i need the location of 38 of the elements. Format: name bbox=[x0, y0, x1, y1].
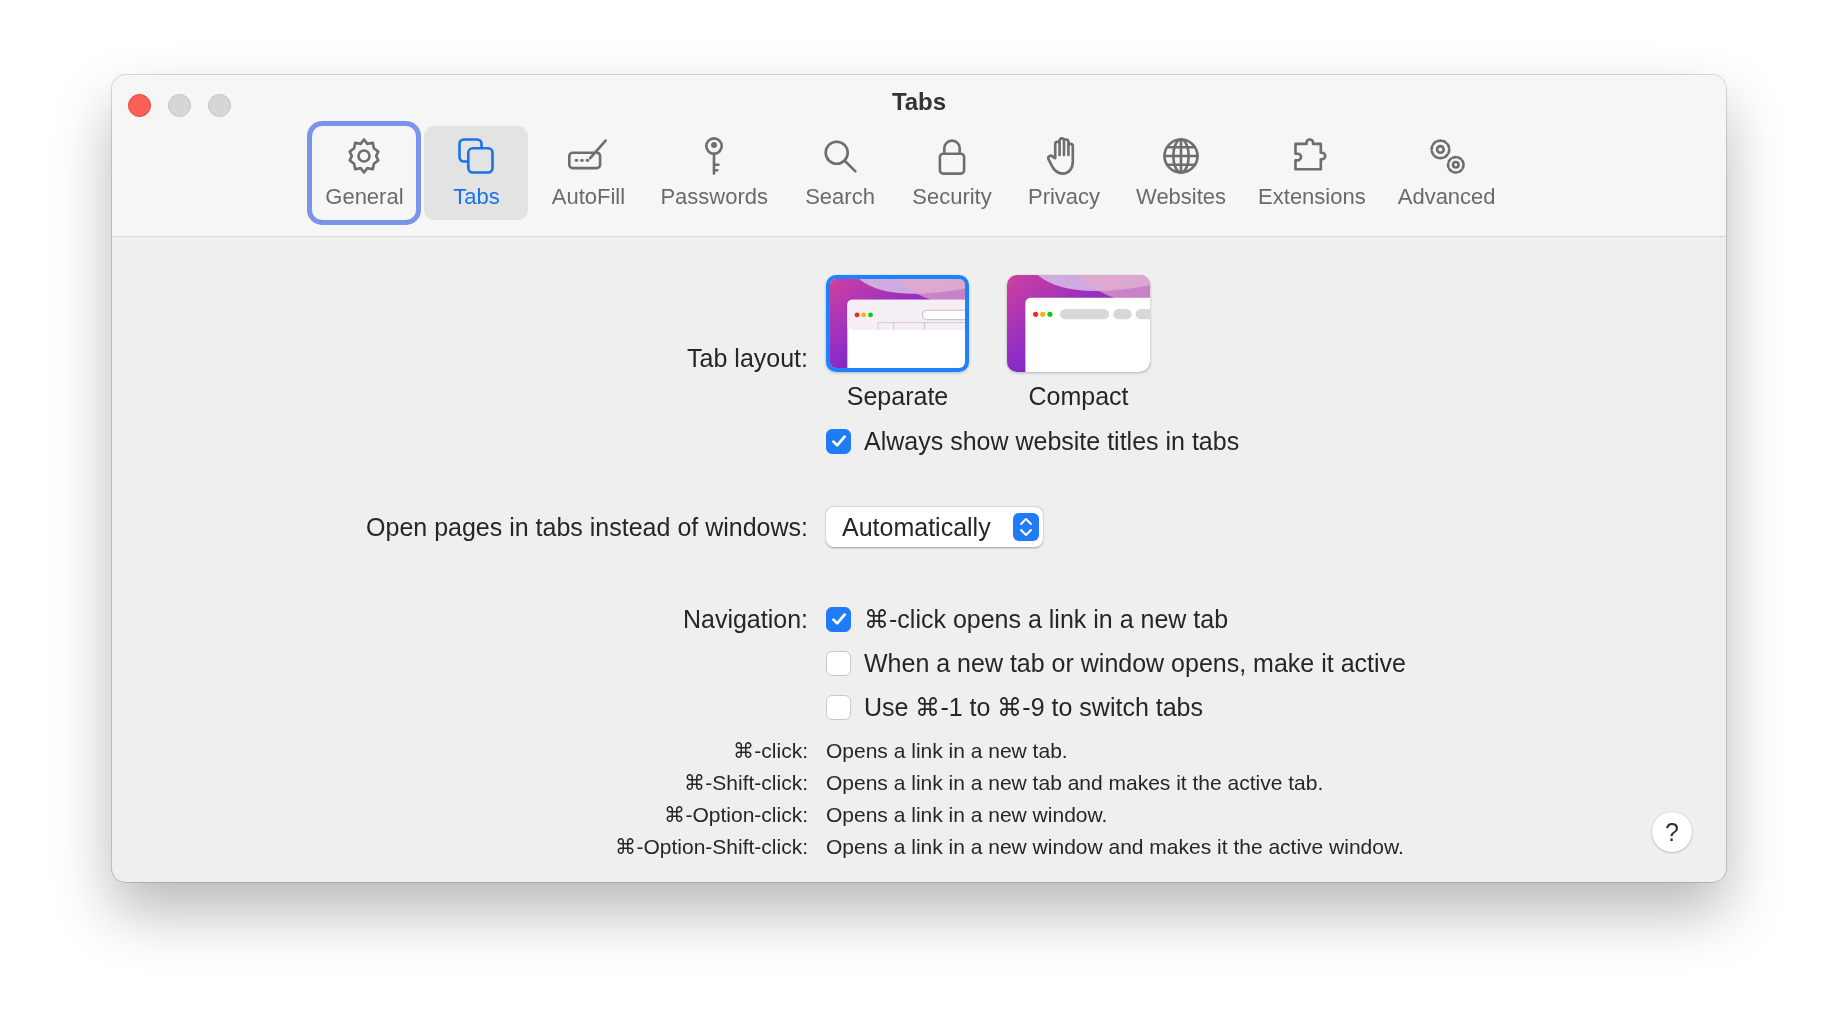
toolbar-tab[interactable]: Security bbox=[900, 126, 1004, 220]
checkbox-label: ⌘-click opens a link in a new tab bbox=[864, 604, 1229, 634]
shortcut-key: ⌘-Option-click: bbox=[664, 799, 808, 831]
toolbar-tab[interactable]: Search bbox=[788, 126, 892, 220]
toolbar-tab[interactable]: Websites bbox=[1124, 126, 1239, 220]
toolbar-tab[interactable]: AutoFill bbox=[536, 126, 641, 220]
shortcut-description: Opens a link in a new tab. bbox=[826, 738, 1068, 764]
toolbar-tab[interactable]: Advanced bbox=[1385, 126, 1508, 220]
help-button[interactable]: ? bbox=[1652, 812, 1692, 852]
toolbar-tab[interactable]: General bbox=[312, 126, 417, 220]
checkbox[interactable] bbox=[826, 694, 851, 720]
shortcut-description: Opens a link in a new tab and makes it the active tab. bbox=[826, 770, 1324, 796]
shortcut-description: Opens a link in a new window. bbox=[826, 802, 1108, 828]
checkbox[interactable] bbox=[826, 650, 851, 676]
close-button[interactable] bbox=[128, 94, 151, 117]
shortcut-description: Opens a link in a new window and makes it the active window. bbox=[826, 834, 1404, 860]
toolbar-tab[interactable]: Privacy bbox=[1012, 126, 1116, 220]
field-label: Open pages in tabs instead of windows: bbox=[366, 512, 808, 542]
checkbox-label: When a new tab or window opens, make it active bbox=[864, 648, 1406, 678]
layout-thumbnail[interactable] bbox=[1007, 275, 1150, 372]
field-label: Navigation: bbox=[682, 604, 808, 635]
layout-name: Compact bbox=[1028, 382, 1129, 411]
checkbox[interactable] bbox=[826, 606, 851, 632]
field-label: Tab layout: bbox=[687, 344, 808, 373]
toolbar-tab[interactable]: Tabs bbox=[424, 126, 529, 220]
layout-thumbnail[interactable] bbox=[826, 275, 969, 372]
stepper-icon bbox=[1012, 512, 1039, 542]
checkbox-label: Always show website titles in tabs bbox=[864, 426, 1240, 456]
layout-name: Separate bbox=[846, 382, 949, 411]
shortcut-key: ⌘-click: bbox=[733, 735, 808, 767]
toolbar-tab[interactable]: Passwords bbox=[648, 126, 780, 220]
toolbar-tab[interactable]: Extensions bbox=[1246, 126, 1378, 220]
popup-button[interactable]: Automatically bbox=[826, 507, 1043, 547]
shortcut-key: ⌘-Option-Shift-click: bbox=[615, 831, 808, 863]
window-title: Tabs bbox=[891, 88, 947, 116]
shortcut-key: ⌘-Shift-click: bbox=[684, 767, 808, 799]
checkbox[interactable] bbox=[826, 428, 851, 454]
checkbox-label: Use ⌘-1 to ⌘-9 to switch tabs bbox=[864, 692, 1203, 722]
